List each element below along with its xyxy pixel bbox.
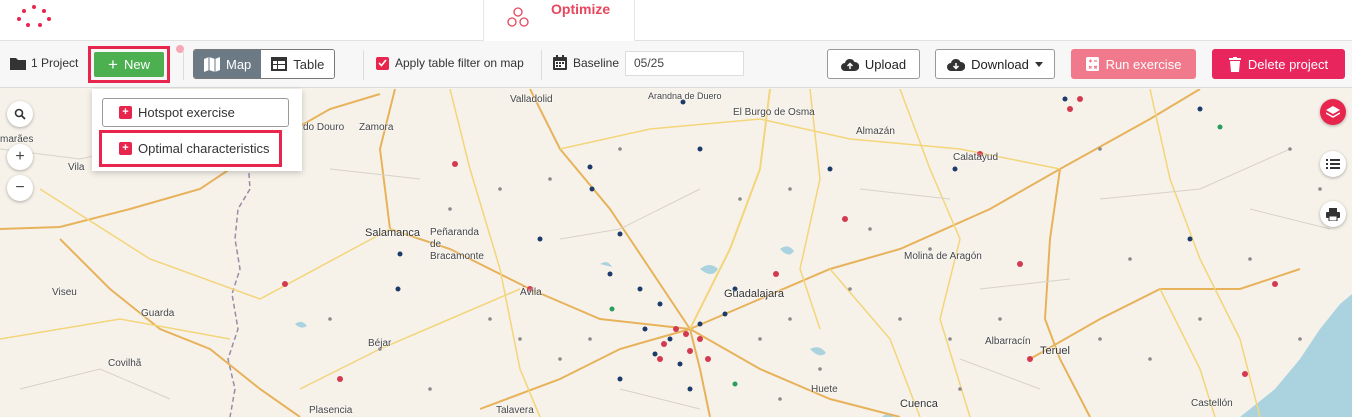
map-label: Viseu <box>52 287 77 298</box>
plus-icon: + <box>108 55 118 74</box>
map-label: Valladolid <box>510 94 553 105</box>
checkmark-icon <box>378 59 387 67</box>
map-label: Talavera <box>496 405 534 416</box>
download-button[interactable]: Download <box>935 49 1055 79</box>
plus-square-icon: + <box>119 106 132 119</box>
trash-icon <box>1228 56 1241 72</box>
zoom-out-button[interactable]: − <box>7 175 33 201</box>
app-tab-optimize[interactable]: Optimize <box>483 0 635 41</box>
map-label: Salamanca <box>365 227 421 239</box>
print-icon <box>1326 207 1340 221</box>
map-label: Covilhã <box>108 358 142 369</box>
baseline-group: Baseline <box>553 55 619 70</box>
optimize-logo-icon <box>507 7 529 27</box>
menu-item-label: Optimal characteristics <box>138 141 270 156</box>
delete-project-label: Delete project <box>1247 56 1329 72</box>
folder-icon <box>10 57 26 70</box>
tab-map[interactable]: Map <box>194 50 262 78</box>
map-label: Peñaranda de Bracamonte <box>430 227 484 262</box>
map-label: Almazán <box>856 126 895 137</box>
delete-project-button[interactable]: Delete project <box>1212 49 1345 79</box>
divider <box>363 50 364 80</box>
map-label: Molina de Aragón <box>904 251 982 262</box>
map-label: Huete <box>811 384 838 395</box>
map-label: Albarracín <box>985 336 1031 347</box>
map-label: Ávila <box>520 287 542 298</box>
print-button[interactable] <box>1320 201 1346 227</box>
apply-filter-checkbox[interactable] <box>376 56 389 70</box>
download-label: Download <box>971 56 1029 72</box>
zoom-in-button[interactable]: + <box>7 144 33 170</box>
map-search-button[interactable] <box>7 101 33 127</box>
top-bar: Optimize <box>0 0 1352 41</box>
map-label: do Douro <box>303 122 345 133</box>
map-label: Castellón <box>1191 398 1233 409</box>
view-toggle: Map Table <box>193 49 336 79</box>
minus-icon: − <box>15 179 25 196</box>
toolbar: 1 Project + New Map Table Apply table fi… <box>0 41 1352 88</box>
map-label: Cuenca <box>900 398 938 410</box>
baseline-label: Baseline <box>573 55 620 70</box>
divider <box>541 50 542 80</box>
apply-filter-label: Apply table filter on map <box>395 56 524 70</box>
calendar-icon <box>553 55 567 70</box>
menu-item-hotspot-exercise[interactable]: + Hotspot exercise <box>102 98 289 127</box>
menu-item-optimal-characteristics[interactable]: + Optimal characteristics <box>99 130 282 167</box>
project-selector[interactable]: 1 Project <box>10 56 78 70</box>
search-icon <box>14 108 26 120</box>
new-button-label: New <box>123 57 150 72</box>
tab-map-label: Map <box>226 56 252 72</box>
map-icon <box>204 56 220 72</box>
map-label: Guarda <box>141 308 175 319</box>
map-label: El Burgo de Osma <box>733 107 815 118</box>
menu-item-label: Hotspot exercise <box>138 105 235 120</box>
plus-icon: + <box>15 148 25 165</box>
new-button[interactable]: + New <box>94 52 164 77</box>
run-exercise-button[interactable]: Run exercise <box>1071 49 1196 79</box>
table-icon <box>271 57 288 71</box>
upload-button[interactable]: Upload <box>827 49 920 79</box>
caret-down-icon <box>1034 61 1043 67</box>
apply-filter-toggle[interactable]: Apply table filter on map <box>376 56 524 70</box>
run-exercise-label: Run exercise <box>1105 56 1182 72</box>
layers-button[interactable] <box>1320 99 1346 125</box>
list-icon <box>1326 159 1340 169</box>
layers-icon <box>1326 105 1340 118</box>
map-label: Calatayud <box>953 152 999 163</box>
tab-table[interactable]: Table <box>261 50 335 78</box>
project-count: 1 Project <box>31 56 79 70</box>
divider <box>183 50 184 80</box>
baseline-input[interactable]: 05/25 <box>625 51 744 76</box>
plus-square-icon: + <box>119 142 132 155</box>
legend-button[interactable] <box>1320 151 1346 177</box>
brand-logo-icon[interactable] <box>14 4 54 30</box>
map-label: Vila <box>68 162 85 173</box>
new-dropdown-menu: + Hotspot exercise + Optimal characteris… <box>92 89 302 171</box>
map-label: Zamora <box>359 122 394 133</box>
calculator-icon <box>1085 57 1099 71</box>
app-title: Optimize <box>551 1 611 17</box>
cloud-download-icon <box>947 58 966 71</box>
tab-table-label: Table <box>293 56 325 72</box>
map-label: Plasencia <box>309 405 353 416</box>
map-label: Teruel <box>1040 345 1070 357</box>
upload-label: Upload <box>864 56 907 72</box>
new-button-highlight: + New <box>88 46 170 83</box>
map-label: Béjar <box>368 338 392 349</box>
map-label: Arandna de Duero <box>648 91 722 101</box>
cloud-upload-icon <box>840 58 859 71</box>
map-label: Guadalajara <box>724 288 784 300</box>
